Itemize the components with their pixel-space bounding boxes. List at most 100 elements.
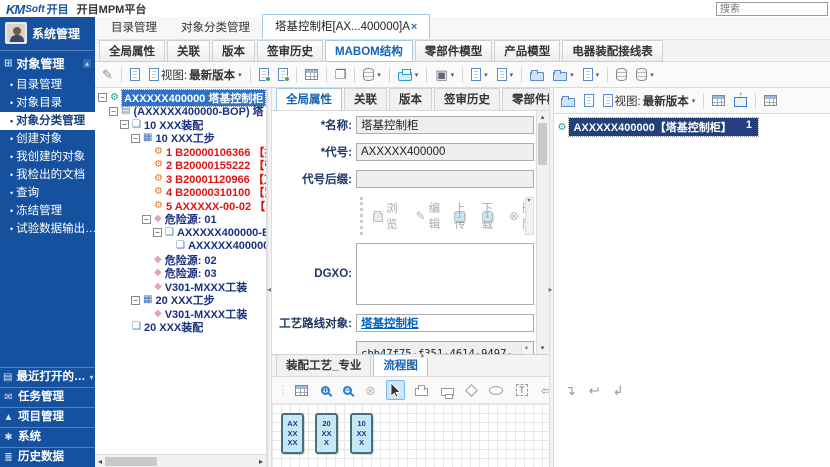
expand-toggle-icon[interactable]: − [153, 228, 162, 237]
download-button[interactable]: ↧下载 [482, 200, 495, 232]
import-icon[interactable] [731, 92, 750, 109]
chevron-down-icon[interactable]: ▾ [570, 71, 574, 79]
flow-node[interactable]: AXXXXX [281, 413, 304, 454]
corner-arrow-icon[interactable]: ↲ [610, 382, 627, 399]
scrollbar-thumb[interactable] [538, 123, 547, 165]
object-view-tab[interactable]: MABOM结构 [325, 40, 413, 62]
browse-button[interactable]: 浏览 [373, 200, 402, 232]
arrow-down-icon[interactable]: ↴ [562, 382, 579, 399]
tree-node[interactable]: ❏20 XXX装配 [95, 321, 266, 335]
structure-root-item[interactable]: ⚙ AXXXXX400000【塔基控制柜】 1 [558, 118, 830, 136]
chevron-down-icon[interactable]: ▾ [415, 71, 419, 79]
db-filter-icon[interactable] [613, 66, 630, 83]
zoom-out-icon[interactable]: − [340, 384, 355, 397]
flow-properties-icon[interactable] [292, 383, 311, 398]
close-icon[interactable]: × [411, 21, 417, 33]
flow-delete-icon[interactable]: ⊗ [362, 382, 379, 399]
decision-shape-icon[interactable] [464, 384, 479, 397]
table-edit-icon[interactable] [302, 67, 321, 82]
select-cursor-icon[interactable] [386, 380, 405, 400]
collapse-arrow-icon[interactable]: ▴ [83, 59, 91, 68]
detail-splitter[interactable] [549, 88, 554, 467]
sidebar-bottom-item[interactable]: ▲项目管理 [0, 407, 95, 427]
copy-icon[interactable]: ❐ [332, 66, 350, 83]
part-instance-textarea[interactable]: cbb47f75-f351-4614-9497-79175ff0fa11 ▴ [356, 341, 534, 354]
chevron-down-icon[interactable]: ▾ [89, 370, 93, 385]
expand-toggle-icon[interactable]: − [109, 107, 118, 116]
db-edit-icon[interactable]: ▾ [633, 66, 657, 83]
return-arrow-icon[interactable]: ↩ [586, 382, 603, 399]
expand-toggle-icon[interactable]: − [131, 296, 140, 305]
sidebar-bottom-item[interactable]: ✱系统 [0, 427, 95, 447]
panel-resize-handle[interactable]: ▴ [410, 354, 434, 358]
database-icon[interactable]: ▾ [360, 66, 384, 83]
chevron-down-icon[interactable]: ▾ [692, 97, 696, 105]
zoom-in-icon[interactable]: + [318, 384, 333, 397]
sidebar-item[interactable]: •我检出的文档 [0, 166, 95, 184]
new-version-doc-icon[interactable] [275, 66, 291, 83]
object-view-tab[interactable]: 关联 [167, 40, 210, 62]
edit-pencil-icon[interactable]: ✎ [99, 66, 116, 83]
new-doc-icon[interactable]: ▾ [580, 66, 603, 83]
tab-塔基控制柜[AX...400000]A[interactable]: 塔基控制柜[AX...400000]A× [262, 14, 430, 39]
sidebar-bottom-item[interactable]: ≣历史数据 [0, 447, 95, 467]
code-field[interactable] [356, 143, 534, 161]
sidebar-item[interactable]: •我创建的对象 [0, 148, 95, 166]
search-doc-icon[interactable]: ▾ [550, 67, 577, 83]
search-folder-icon[interactable] [527, 67, 547, 83]
expand-toggle-icon[interactable]: − [131, 134, 140, 143]
object-view-tab[interactable]: 零部件模型 [415, 40, 493, 62]
sidebar-item[interactable]: •对象分类管理 [0, 112, 95, 130]
document-icon[interactable] [581, 92, 597, 109]
sidebar-item[interactable]: •目录管理 [0, 76, 95, 94]
sidebar-bottom-item[interactable]: ✉任务管理 [0, 387, 95, 407]
scroll-up-icon[interactable]: ▴ [541, 111, 545, 123]
chevron-down-icon[interactable]: ▾ [510, 71, 514, 79]
print-icon[interactable]: ▾ [395, 66, 422, 83]
object-view-tab[interactable]: 产品模型 [494, 40, 560, 62]
ellipse-shape-icon[interactable] [486, 384, 506, 397]
flowchart-canvas[interactable]: AXXXXX20XXX10XXX [272, 404, 549, 467]
subprocess-shape-icon[interactable] [438, 382, 457, 398]
flow-node[interactable]: 10XXX [350, 413, 373, 454]
detail-tab[interactable]: 签审历史 [434, 88, 500, 110]
package-icon[interactable]: ▣▾ [432, 66, 457, 83]
export-doc-icon[interactable]: ▾ [468, 66, 491, 83]
detail-tab[interactable]: 全局属性 [276, 88, 342, 110]
sidebar-item[interactable]: •查询 [0, 184, 95, 202]
text-tool-icon[interactable]: T [513, 382, 531, 398]
chevron-down-icon[interactable]: ▾ [484, 71, 488, 79]
view-document-icon[interactable] [127, 66, 143, 83]
chevron-down-icon[interactable]: ▾ [238, 71, 242, 79]
edit-button[interactable]: ✎编辑 [416, 200, 441, 232]
chevron-down-icon[interactable]: ▾ [377, 71, 381, 79]
scrollbar-thumb[interactable] [105, 457, 157, 466]
expand-toggle-icon[interactable]: − [98, 93, 107, 102]
open-folder-icon[interactable] [558, 93, 578, 109]
expand-toggle-icon[interactable]: − [120, 120, 129, 129]
detail-tab[interactable]: 关联 [344, 88, 387, 110]
process-shape-icon[interactable] [412, 382, 431, 398]
expand-toggle-icon[interactable]: − [142, 215, 151, 224]
mini-scrollbar[interactable]: ▾ [525, 197, 534, 235]
tree-horizontal-scrollbar[interactable]: ◂ ▸ [95, 454, 266, 467]
object-view-tab[interactable]: 版本 [212, 40, 255, 62]
tree-node[interactable]: −❏AXXXXX400000-B [95, 226, 266, 240]
open-version-doc-icon[interactable] [256, 66, 272, 83]
form-vertical-scrollbar[interactable]: ▴ ▾ [536, 111, 549, 354]
view-version-selector[interactable]: 视图: 最新版本▾ [146, 65, 245, 85]
sidebar-item[interactable]: •冻结管理 [0, 202, 95, 220]
flow-tab[interactable]: 装配工艺_专业 [276, 354, 371, 376]
table-icon[interactable] [709, 93, 728, 108]
table2-icon[interactable] [761, 93, 780, 108]
chevron-down-icon[interactable]: ▾ [650, 71, 654, 79]
route-object-link[interactable]: 塔基控制柜 [361, 315, 419, 331]
name-field[interactable] [356, 116, 534, 134]
upload-button[interactable]: ↥上传 [454, 200, 467, 232]
sidebar-group-object-management[interactable]: ⊞ 对象管理 ▴ [0, 50, 95, 76]
export-doc2-icon[interactable]: ▾ [494, 66, 517, 83]
scroll-right-icon[interactable]: ▸ [256, 457, 266, 466]
chevron-down-icon[interactable]: ▾ [596, 71, 600, 79]
detail-tab[interactable]: 版本 [389, 88, 432, 110]
sidebar-item[interactable]: •对象目录 [0, 94, 95, 112]
